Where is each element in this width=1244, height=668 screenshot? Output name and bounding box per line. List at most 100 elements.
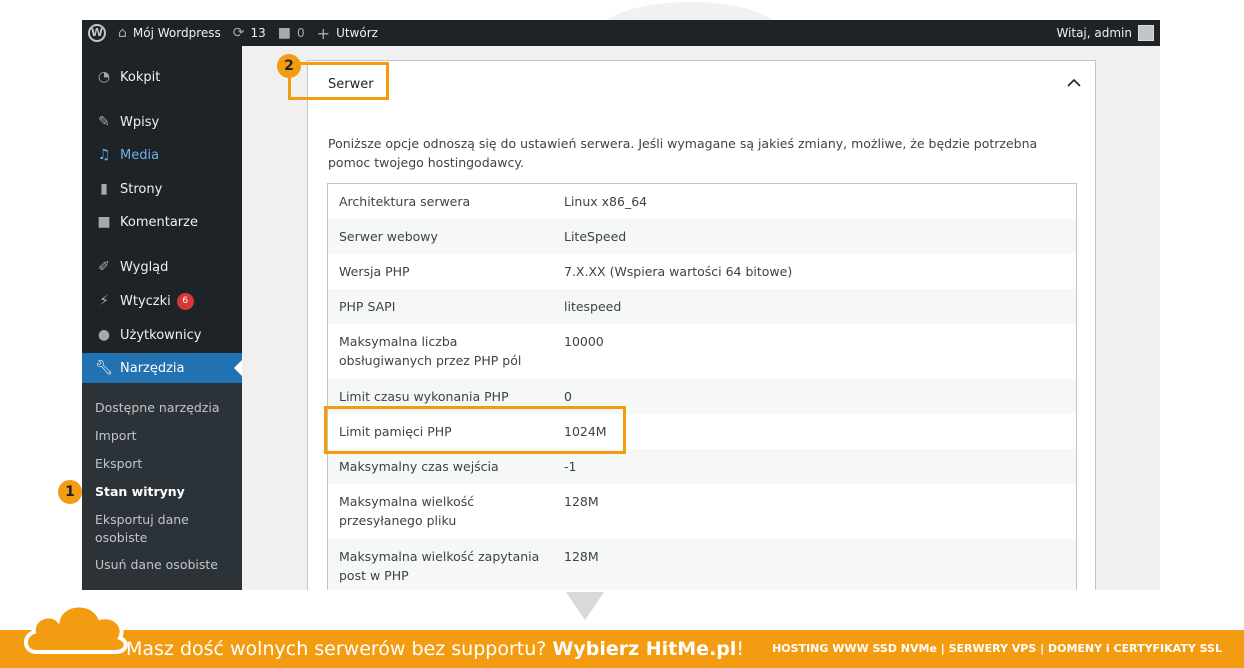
media-icon: ♫ [97,147,111,163]
table-row: Architektura serwera Linux x86_64 [328,184,1076,219]
cloud-logo-icon [24,603,128,654]
row-label: Architektura serwera [339,194,471,209]
comment-icon: ■ [97,214,111,230]
submenu-item-import[interactable]: Import [95,427,235,445]
admin-sidebar: ◔ Kokpit ✎ Wpisy ♫ Media ▮ Strony ■ Kome… [82,46,242,590]
plugin-icon: ⚡ [99,293,109,309]
pin-icon: ✎ [98,114,110,130]
tools-submenu: Dostępne narzędzia Import Eksport Stan w… [82,383,242,590]
site-name-link[interactable]: ⌂ Mój Wordpress [112,20,227,46]
slogan-end: ! [736,638,745,660]
brush-icon: ✐ [98,259,110,275]
sidebar-item-media[interactable]: ♫ Media [82,140,242,170]
comments-count: 0 [297,26,305,40]
sidebar-item-label: Media [120,147,160,163]
row-value: Linux x86_64 [564,194,648,209]
sidebar-item-uzytkownicy[interactable]: ● Użytkownicy [82,320,242,350]
server-info-table: Architektura serwera Linux x86_64 Serwer… [327,183,1077,590]
panel-description: Poniższe opcje odnoszą się do ustawień s… [328,136,1038,170]
main-content: Serwer Poniższe opcje odnoszą się do ust… [242,46,1160,590]
row-value: 1024M [564,424,607,439]
sidebar-item-strony[interactable]: ▮ Strony [82,174,242,204]
step-marker-2: 2 [277,54,301,78]
submenu-item-usun-dane[interactable]: Usuń dane osobiste [95,556,235,574]
new-content-label: Utwórz [336,26,378,40]
row-label: Maksymalny czas wejścia [339,459,499,474]
table-row: PHP SAPI litespeed [328,289,1076,324]
new-content-link[interactable]: + Utwórz [311,20,384,46]
row-value: 128M [564,549,599,564]
sidebar-item-label: Wpisy [120,114,160,130]
row-value: 128M [564,494,599,509]
wordpress-logo-button[interactable]: W [82,20,112,46]
pages-icon: ▮ [100,181,108,197]
comments-link[interactable]: ■ 0 [272,20,311,46]
submenu-item-stan-witryny[interactable]: Stan witryny [95,483,235,501]
table-row: Maksymalny czas wejścia -1 [328,449,1076,484]
slogan-brand: Wybierz HitMe.pl [552,638,737,660]
sidebar-item-label: Kokpit [120,69,161,85]
sidebar-item-label: Narzędzia [120,360,185,376]
row-value: -1 [564,459,577,474]
table-row: Maksymalna wielkość zapytania post w PHP… [328,539,1076,590]
row-label: Wersja PHP [339,264,410,279]
table-row: Maksymalna wielkość przesyłanego pliku 1… [328,484,1076,539]
comment-bubble-icon: ■ [277,25,292,41]
submenu-item-eksportuj-dane[interactable]: Eksportuj dane osobiste [95,511,235,547]
chevron-up-icon[interactable] [1067,75,1081,89]
submenu-item-dostepne-narzedzia[interactable]: Dostępne narzędzia [95,399,235,417]
row-label: Maksymalna liczba obsługiwanych przez PH… [339,334,522,368]
sidebar-item-label: Strony [120,181,163,197]
active-menu-arrow [234,360,242,376]
promo-banner: Masz dość wolnych serwerów bez supportu?… [0,630,1244,668]
avatar [1138,25,1154,41]
banner-slogan: Masz dość wolnych serwerów bez supportu?… [126,638,744,660]
highlight-box-serwer [288,62,389,100]
sidebar-item-label: Użytkownicy [120,327,202,343]
row-value: 10000 [564,334,604,349]
admin-bar: W ⌂ Mój Wordpress ⟳ 13 ■ 0 + Utwórz Wita… [82,20,1160,46]
sidebar-item-wpisy[interactable]: ✎ Wpisy [82,107,242,137]
sidebar-item-wyglad[interactable]: ✐ Wygląd [82,252,242,282]
row-value: 0 [564,389,572,404]
table-row: Wersja PHP 7.X.XX (Wspiera wartości 64 b… [328,254,1076,289]
row-label: Maksymalna wielkość przesyłanego pliku [339,494,475,528]
sidebar-item-kokpit[interactable]: ◔ Kokpit [82,62,242,92]
updates-icon: ⟳ [232,25,245,41]
screenshot: W ⌂ Mój Wordpress ⟳ 13 ■ 0 + Utwórz Wita… [0,0,1244,668]
banner-tagline: HOSTING WWW SSD NVMe | SERWERY VPS | DOM… [772,642,1222,655]
plugin-updates-badge: 6 [176,292,194,310]
sidebar-item-komentarze[interactable]: ■ Komentarze [82,207,242,237]
row-label: Serwer webowy [339,229,438,244]
row-value: LiteSpeed [564,229,627,244]
down-arrow-decoration [566,592,604,620]
slogan-text: Masz dość wolnych serwerów bez supportu? [126,638,553,660]
home-icon: ⌂ [118,25,127,41]
highlight-box-memory-limit [324,406,626,454]
table-row: Maksymalna liczba obsługiwanych przez PH… [328,324,1076,379]
submenu-item-eksport[interactable]: Eksport [95,455,235,473]
users-icon: ● [97,327,111,343]
wrench-icon: 🔧︎ [95,360,113,376]
row-value: 7.X.XX (Wspiera wartości 64 bitowe) [564,264,793,279]
table-row: Serwer webowy LiteSpeed [328,219,1076,254]
sidebar-item-label: Wygląd [120,259,169,275]
row-label: PHP SAPI [339,299,396,314]
updates-count: 13 [250,26,266,40]
sidebar-item-label: Wtyczki [120,293,171,309]
sidebar-item-wtyczki[interactable]: ⚡ Wtyczki 6 [82,286,242,316]
row-value: litespeed [564,299,622,314]
plus-icon: + [316,23,331,43]
wordpress-logo-icon: W [88,24,106,42]
row-label: Maksymalna wielkość zapytania post w PHP [339,549,540,583]
step-marker-1: 1 [58,480,82,504]
updates-link[interactable]: ⟳ 13 [227,20,272,46]
sidebar-item-narzedzia[interactable]: 🔧︎ Narzędzia [82,353,242,383]
site-name: Mój Wordpress [132,26,221,40]
server-accordion-panel: Serwer Poniższe opcje odnoszą się do ust… [307,60,1096,590]
dashboard-icon: ◔ [97,69,111,85]
greeting: Witaj, admin [1056,26,1132,40]
row-label: Limit czasu wykonania PHP [339,389,509,404]
sidebar-item-label: Komentarze [120,214,198,230]
account-menu[interactable]: Witaj, admin [1056,25,1160,41]
